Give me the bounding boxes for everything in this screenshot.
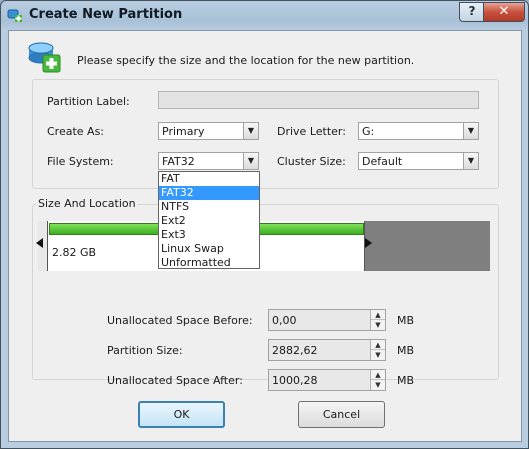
chevron-down-icon[interactable]: ▼	[243, 153, 258, 169]
partition-map[interactable]: 2.82 GB	[36, 221, 490, 271]
title-bar[interactable]: Create New Partition ? ✕	[1, 1, 528, 29]
chevron-down-icon[interactable]: ▼	[463, 123, 478, 139]
partition-size-text: 2.82 GB	[52, 246, 97, 259]
spin-up-icon[interactable]: ▲	[371, 340, 385, 350]
right-resize-handle[interactable]	[365, 238, 372, 248]
chevron-down-icon[interactable]: ▼	[243, 123, 258, 139]
size-location-title: Size And Location	[36, 197, 138, 210]
dropdown-option-unformatted[interactable]: Unformatted	[159, 256, 259, 270]
partition-label-input[interactable]	[158, 91, 479, 109]
add-partition-icon	[28, 42, 61, 73]
dropdown-option-ntfs[interactable]: NTFS	[159, 200, 259, 214]
spin-down-icon[interactable]: ▼	[371, 320, 385, 330]
spin-up-icon[interactable]: ▲	[371, 310, 385, 320]
chevron-down-icon[interactable]: ▼	[463, 153, 478, 169]
unallocated-before-label: Unallocated Space Before:	[107, 314, 253, 327]
spin-up-icon[interactable]: ▲	[371, 370, 385, 380]
unallocated-after-spinner[interactable]: 1000,28 ▲ ▼	[268, 369, 386, 391]
spin-down-icon[interactable]: ▼	[371, 350, 385, 360]
drive-letter-label: Drive Letter:	[277, 125, 346, 138]
close-button[interactable]: ✕	[483, 2, 525, 22]
unallocated-before-spinner[interactable]: 0,00 ▲ ▼	[268, 309, 386, 331]
cluster-size-select[interactable]: Default ▼	[358, 152, 479, 170]
dialog-body: Please specify the size and the location…	[8, 30, 522, 442]
partition-properties-group: Partition Label: Create As: Primary ▼ Dr…	[32, 79, 499, 189]
window-title: Create New Partition	[29, 7, 183, 22]
cancel-button[interactable]: Cancel	[298, 401, 385, 428]
dropdown-option-ext2[interactable]: Ext2	[159, 214, 259, 228]
unit-label: MB	[397, 314, 415, 327]
create-partition-dialog: Create New Partition ? ✕ Please specify …	[0, 0, 529, 449]
file-system-dropdown-list[interactable]: FAT FAT32 NTFS Ext2 Ext3 Linux Swap Unfo…	[158, 171, 260, 269]
dropdown-option-fat[interactable]: FAT	[159, 172, 259, 186]
dropdown-option-linux-swap[interactable]: Linux Swap	[159, 242, 259, 256]
partition-size-label: Partition Size:	[107, 344, 183, 357]
dropdown-option-ext3[interactable]: Ext3	[159, 228, 259, 242]
file-system-select[interactable]: FAT32 ▼	[158, 152, 259, 170]
spin-down-icon[interactable]: ▼	[371, 380, 385, 390]
partition-size-spinner[interactable]: 2882,62 ▲ ▼	[268, 339, 386, 361]
cluster-size-label: Cluster Size:	[277, 155, 346, 168]
dropdown-option-fat32[interactable]: FAT32	[159, 186, 259, 200]
unit-label: MB	[397, 374, 415, 387]
create-as-label: Create As:	[47, 125, 105, 138]
left-resize-handle[interactable]	[36, 238, 43, 248]
file-system-label: File System:	[47, 155, 114, 168]
unallocated-after-label: Unallocated Space After:	[107, 374, 243, 387]
add-partition-icon	[7, 9, 22, 22]
size-location-group: Size And Location 2.82 GB Unallocated Sp…	[32, 197, 499, 391]
unit-label: MB	[397, 344, 415, 357]
create-as-select[interactable]: Primary ▼	[158, 122, 259, 140]
partition-label-label: Partition Label:	[47, 95, 130, 108]
ok-button[interactable]: OK	[138, 401, 225, 428]
help-button[interactable]: ?	[459, 2, 485, 22]
instruction-text: Please specify the size and the location…	[77, 54, 415, 67]
drive-letter-select[interactable]: G: ▼	[358, 122, 479, 140]
